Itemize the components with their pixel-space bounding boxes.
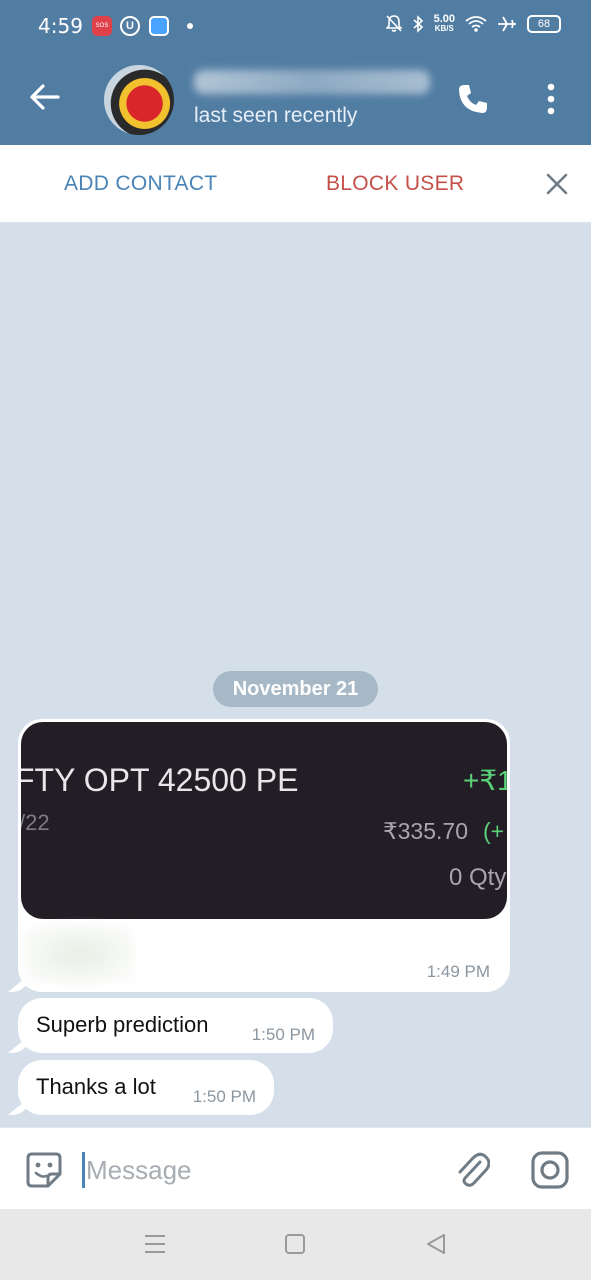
image-message[interactable]: FTY OPT 42500 PE +₹1 /22 ₹335.70 (+ 0 Qt… bbox=[8, 719, 510, 992]
status-bar: 4:59 SOS U 5.00 KB/S 68 bbox=[0, 0, 591, 52]
message-input[interactable] bbox=[86, 1150, 426, 1190]
block-user-button[interactable]: BLOCK USER bbox=[326, 172, 464, 196]
last-seen-status: last seen recently bbox=[194, 104, 358, 127]
message-composer bbox=[0, 1127, 591, 1209]
message-time: 1:50 PM bbox=[192, 1087, 256, 1106]
nav-back-icon[interactable] bbox=[424, 1232, 448, 1256]
wifi-icon bbox=[465, 16, 487, 32]
airplane-mode-icon bbox=[498, 16, 516, 32]
close-icon[interactable] bbox=[544, 171, 570, 197]
chat-header: 4:59 SOS U 5.00 KB/S 68 last seen recentl… bbox=[0, 0, 591, 145]
phone-icon[interactable] bbox=[456, 82, 490, 116]
u-app-icon: U bbox=[120, 16, 140, 36]
speed-unit: KB/S bbox=[434, 24, 454, 33]
image-text-price-change: (+ bbox=[483, 818, 505, 844]
message-bubble[interactable]: Thanks a lot 1:50 PM bbox=[8, 1060, 274, 1115]
back-arrow-icon[interactable] bbox=[28, 80, 62, 114]
message-time: 1:49 PM bbox=[426, 962, 490, 981]
system-navigation-bar bbox=[0, 1209, 591, 1280]
status-right-icons: 5.00 KB/S 68 bbox=[385, 14, 561, 34]
image-text-price: ₹335.70 bbox=[383, 818, 468, 844]
add-contact-button[interactable]: ADD CONTACT bbox=[64, 172, 217, 196]
status-time: 4:59 bbox=[38, 14, 83, 38]
mute-bell-icon bbox=[385, 15, 402, 32]
camera-icon[interactable] bbox=[530, 1150, 570, 1190]
network-speed: 5.00 KB/S bbox=[434, 14, 455, 34]
home-icon[interactable] bbox=[284, 1232, 306, 1256]
date-separator: November 21 bbox=[213, 671, 378, 707]
message-time: 1:50 PM bbox=[251, 1025, 315, 1044]
text-cursor bbox=[82, 1152, 85, 1188]
bubble-tail bbox=[8, 1035, 30, 1053]
speed-value: 5.00 bbox=[433, 13, 455, 25]
message-text: Superb prediction bbox=[36, 1012, 209, 1037]
blurred-caption bbox=[24, 924, 134, 984]
bubble-tail bbox=[8, 1097, 30, 1115]
contact-name-blurred[interactable] bbox=[194, 70, 430, 94]
message-text: Thanks a lot bbox=[36, 1074, 156, 1099]
recent-apps-icon[interactable] bbox=[143, 1232, 167, 1256]
more-options-icon[interactable] bbox=[538, 82, 564, 116]
attach-paperclip-icon[interactable] bbox=[454, 1150, 490, 1188]
message-bubble[interactable]: Superb prediction 1:50 PM bbox=[8, 998, 333, 1053]
avatar[interactable] bbox=[104, 65, 174, 135]
image-text-line1: FTY OPT 42500 PE bbox=[21, 762, 299, 798]
trade-screenshot-image[interactable]: FTY OPT 42500 PE +₹1 /22 ₹335.70 (+ 0 Qt… bbox=[21, 722, 507, 919]
blue-app-icon bbox=[149, 16, 169, 36]
sos-app-icon: SOS bbox=[92, 16, 112, 36]
bluetooth-icon bbox=[413, 15, 423, 33]
battery-icon: 68 bbox=[527, 15, 561, 33]
sticker-emoji-icon[interactable] bbox=[24, 1150, 64, 1190]
image-text-qty: 0 Qty bbox=[449, 864, 507, 891]
image-text-gain: +₹1 bbox=[463, 765, 507, 796]
contact-action-bar: ADD CONTACT BLOCK USER bbox=[0, 145, 591, 223]
image-text-line2: /22 bbox=[21, 810, 50, 835]
notification-dot-icon bbox=[187, 23, 193, 29]
